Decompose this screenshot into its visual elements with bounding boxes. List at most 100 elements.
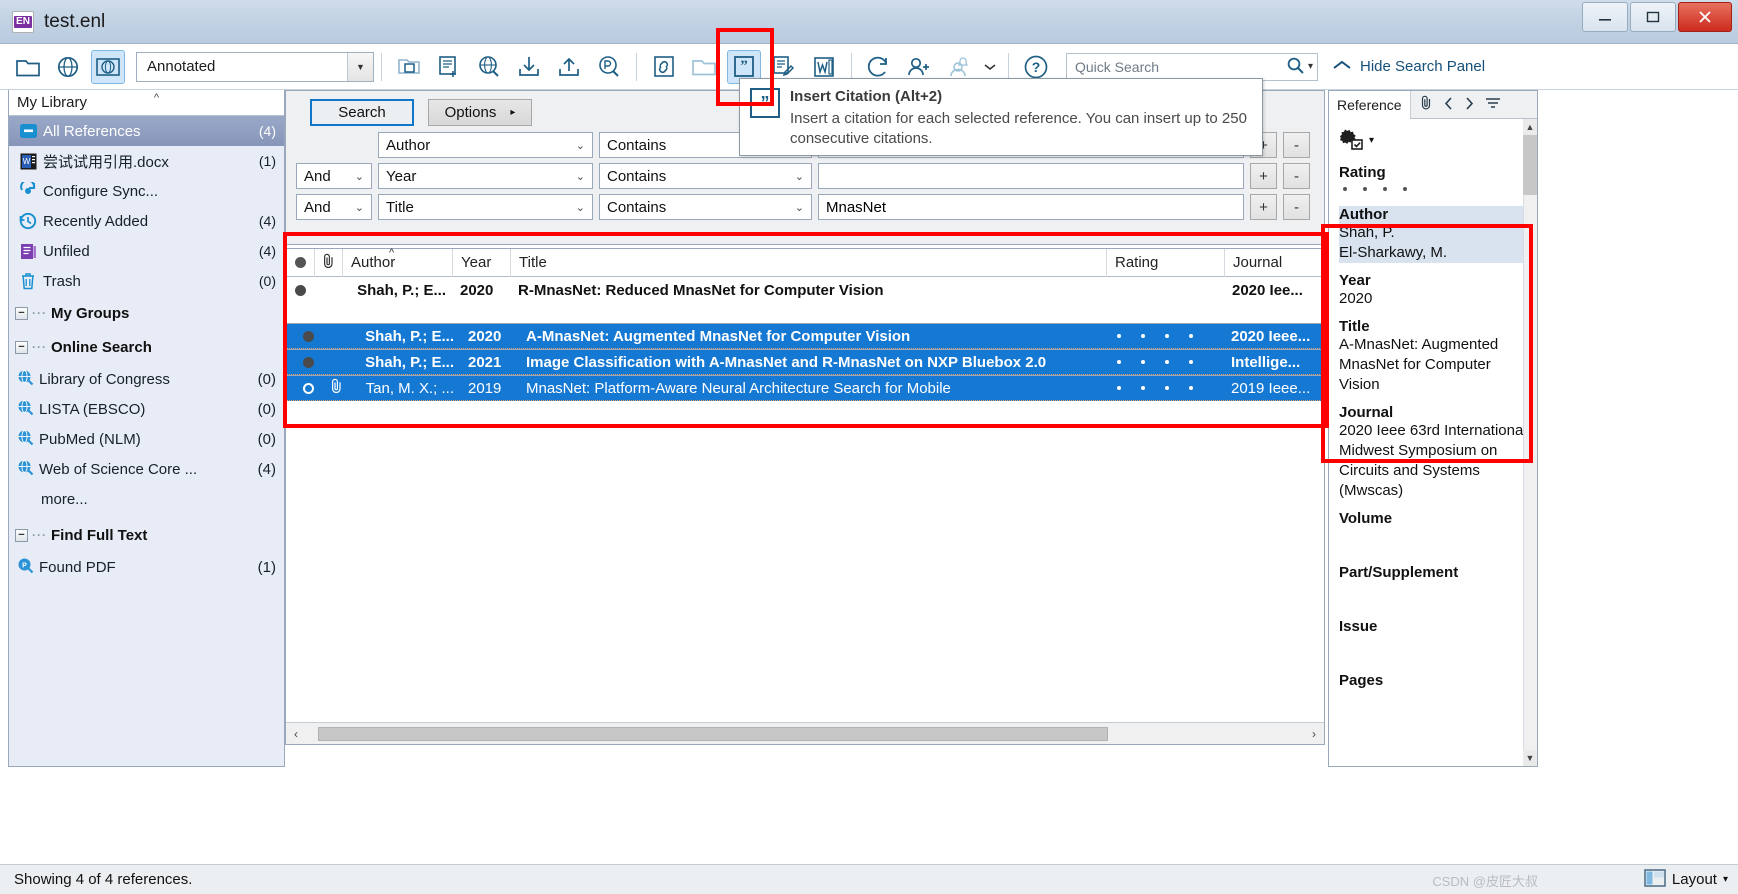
row-rating[interactable]	[1105, 323, 1223, 349]
quick-search-dropdown-icon[interactable]: ▾	[1308, 61, 1313, 72]
sidebar-item-word-doc[interactable]: W 尝试试用引用.docx (1)	[9, 146, 284, 176]
sidebar-count: (4)	[259, 123, 276, 139]
export-icon[interactable]	[552, 50, 586, 84]
row-rating[interactable]	[1105, 349, 1223, 375]
boolean-select-2[interactable]: And ⌄	[296, 194, 372, 220]
row-read-status[interactable]	[294, 349, 322, 375]
layout-button[interactable]: Layout ▾	[1644, 869, 1728, 891]
column-header-attachment[interactable]	[314, 249, 342, 277]
search-term-input-1[interactable]	[818, 163, 1244, 189]
reference-list-hscrollbar[interactable]: ‹ ›	[286, 722, 1324, 744]
quick-search-box[interactable]: Quick Search ▾	[1066, 53, 1318, 81]
table-row[interactable]: Tan, M. X.; ... 2019 MnasNet: Platform-A…	[286, 375, 1324, 401]
sidebar-item-lista-ebsco[interactable]: LISTA (EBSCO) (0)	[9, 394, 284, 424]
table-row[interactable]: Shah, P.; E... 2021 Image Classification…	[286, 349, 1324, 375]
field-select-0[interactable]: Author ⌄	[378, 132, 593, 158]
operator-select-1[interactable]: Contains ⌄	[599, 163, 812, 189]
table-row[interactable]: Shah, P.; E... 2020 A-MnasNet: Augmented…	[286, 323, 1324, 349]
column-header-rating[interactable]: Rating	[1106, 249, 1224, 277]
row-read-status[interactable]	[294, 323, 322, 349]
scroll-up-icon[interactable]: ▲	[1523, 119, 1537, 135]
remove-row-button-0[interactable]: -	[1283, 132, 1310, 158]
add-row-button-2[interactable]: +	[1250, 194, 1277, 220]
sidebar-item-found-pdf[interactable]: P Found PDF (1)	[9, 552, 284, 582]
hscroll-track[interactable]	[306, 726, 1304, 742]
row-read-status[interactable]	[286, 277, 314, 303]
sidebar-item-unfiled[interactable]: Unfiled (4)	[9, 236, 284, 266]
sidebar-group-online-search[interactable]: − ··· Online Search	[9, 330, 284, 364]
sidebar-item-trash[interactable]: Trash (0)	[9, 266, 284, 296]
column-header-year[interactable]: Year	[452, 249, 510, 277]
maximize-button[interactable]	[1630, 2, 1676, 32]
row-attachment[interactable]	[322, 375, 350, 401]
field-value-rating[interactable]	[1339, 181, 1527, 197]
column-header-read-status[interactable]	[286, 249, 314, 277]
online-search-icon[interactable]	[51, 50, 85, 84]
import-icon[interactable]	[512, 50, 546, 84]
collapse-icon[interactable]: −	[15, 341, 28, 354]
next-arrow-icon[interactable]	[1464, 97, 1475, 113]
sidebar-item-web-of-science[interactable]: Web of Science Core ... (4)	[9, 454, 284, 484]
sidebar-group-my-groups[interactable]: − ··· My Groups	[9, 296, 284, 330]
table-row[interactable]: Shah, P.; E... 2020 R-MnasNet: Reduced M…	[286, 277, 1324, 303]
field-select-1[interactable]: Year ⌄	[378, 163, 593, 189]
sidebar-item-all-references[interactable]: All References (4)	[9, 116, 284, 146]
minimize-button[interactable]	[1582, 2, 1628, 32]
search-term-input-2[interactable]: MnasNet	[818, 194, 1244, 220]
output-style-combobox[interactable]: Annotated ▼	[136, 52, 374, 82]
my-library-header[interactable]: My Library ^	[9, 90, 284, 116]
hide-search-panel-button[interactable]: Hide Search Panel	[1332, 58, 1485, 76]
field-select-2[interactable]: Title ⌄	[378, 194, 593, 220]
endnote-logo-text: EN	[14, 16, 32, 28]
row-rating[interactable]	[1106, 277, 1224, 303]
new-reference-icon[interactable]	[432, 50, 466, 84]
column-header-title[interactable]: Title	[510, 249, 1106, 277]
boolean-select-1[interactable]: And ⌄	[296, 163, 372, 189]
prev-arrow-icon[interactable]	[1443, 97, 1454, 113]
scroll-left-icon[interactable]: ‹	[286, 724, 306, 744]
reference-settings-button[interactable]: ▾	[1339, 127, 1527, 154]
column-header-author[interactable]: Author ^	[342, 249, 452, 277]
field-value-part-supplement	[1339, 581, 1527, 609]
sidebar-group-label: My Groups	[51, 305, 129, 322]
sidebar-item-recently-added[interactable]: Recently Added (4)	[9, 206, 284, 236]
column-header-journal[interactable]: Journal	[1224, 249, 1324, 277]
options-button[interactable]: Options ▸	[428, 99, 532, 126]
field-value-author: Shah, P. El-Sharkawy, M.	[1339, 223, 1527, 263]
scroll-down-icon[interactable]: ▼	[1523, 750, 1537, 766]
hscroll-thumb[interactable]	[318, 727, 1108, 741]
new-folder-icon[interactable]	[11, 50, 45, 84]
find-full-text-icon[interactable]	[592, 50, 626, 84]
sidebar-group-find-full-text[interactable]: − ··· Find Full Text	[9, 518, 284, 552]
search-icon[interactable]	[1287, 57, 1304, 77]
copy-references-icon[interactable]	[392, 50, 426, 84]
gear-dropdown-icon[interactable]: ▾	[1369, 135, 1374, 146]
remove-row-button-2[interactable]: -	[1283, 194, 1310, 220]
sidebar-more-link[interactable]: more...	[9, 484, 284, 514]
sidebar-item-library-of-congress[interactable]: Library of Congress (0)	[9, 364, 284, 394]
quick-search-input[interactable]: Quick Search	[1067, 59, 1159, 75]
open-file-icon[interactable]	[687, 50, 721, 84]
filter-icon[interactable]	[1485, 97, 1501, 113]
search-button[interactable]: Search	[310, 99, 414, 126]
reference-panel-vscrollbar[interactable]: ▲ ▼	[1523, 119, 1537, 766]
scroll-right-icon[interactable]: ›	[1304, 724, 1324, 744]
close-button[interactable]	[1678, 2, 1732, 32]
collapse-icon[interactable]: −	[15, 307, 28, 320]
remove-row-button-1[interactable]: -	[1283, 163, 1310, 189]
collapse-icon[interactable]: −	[15, 529, 28, 542]
paperclip-icon[interactable]	[1419, 95, 1433, 114]
sidebar-item-pubmed-nlm[interactable]: PubMed (NLM) (0)	[9, 424, 284, 454]
add-row-button-1[interactable]: +	[1250, 163, 1277, 189]
integrated-search-icon[interactable]	[91, 50, 125, 84]
online-search-ref-icon[interactable]	[472, 50, 506, 84]
vscroll-thumb[interactable]	[1523, 135, 1537, 195]
operator-select-2[interactable]: Contains ⌄	[599, 194, 812, 220]
open-url-icon[interactable]	[647, 50, 681, 84]
row-rating[interactable]	[1105, 375, 1223, 401]
row-read-status[interactable]	[294, 375, 322, 401]
layout-dropdown-icon[interactable]: ▾	[1723, 874, 1728, 885]
sidebar-item-configure-sync[interactable]: Configure Sync...	[9, 176, 284, 206]
chevron-down-icon[interactable]: ▼	[347, 53, 373, 81]
tab-reference[interactable]: Reference	[1329, 91, 1411, 119]
